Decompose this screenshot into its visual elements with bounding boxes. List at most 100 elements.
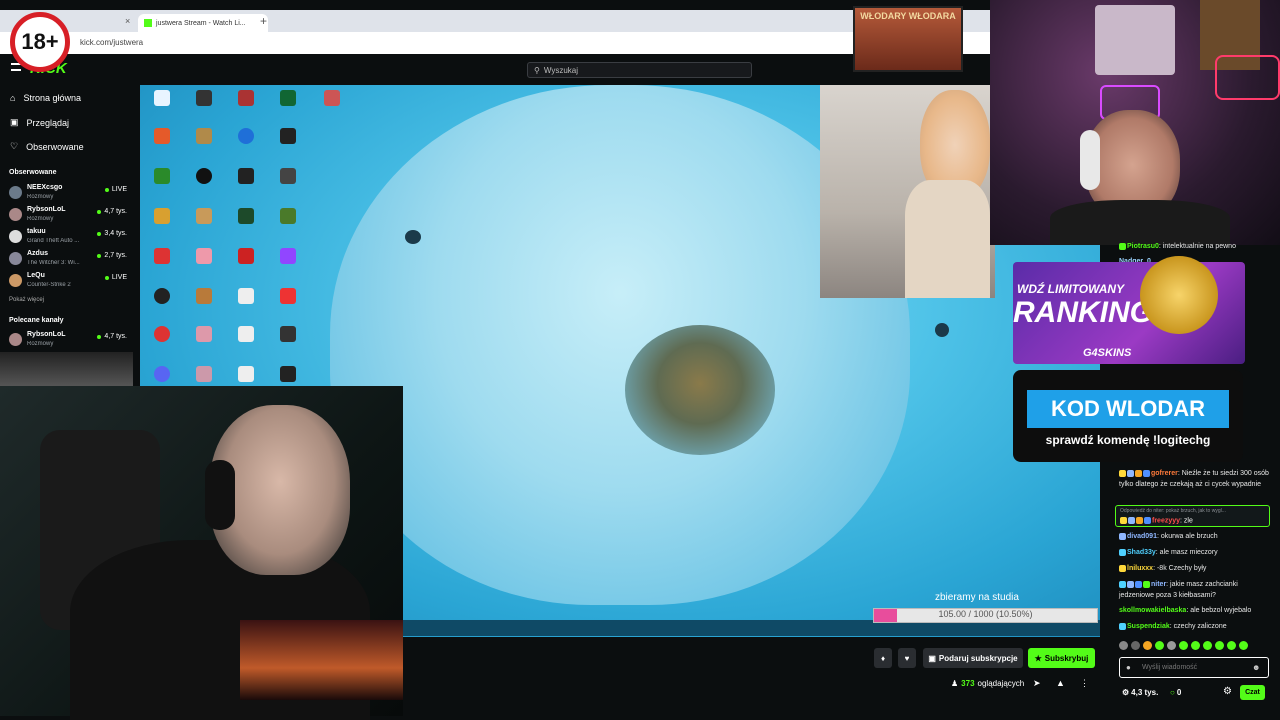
chat-username[interactable]: Piotrasu0 [1127, 243, 1159, 250]
brave-icon[interactable] [154, 128, 170, 144]
chat-text: : czechy zaliczone [1169, 623, 1227, 630]
desktop-app-icon[interactable] [154, 208, 170, 224]
desktop-app-icon[interactable] [196, 208, 212, 224]
emote-icon[interactable] [1179, 641, 1188, 650]
show-more-link[interactable]: Pokaż więcej [9, 297, 44, 303]
recommended-channel[interactable]: RybsonLoL Rozmowy 4,7 tys. [9, 330, 127, 352]
wall-disc-frame [1095, 5, 1175, 75]
desktop-app-icon[interactable] [196, 168, 212, 184]
emote-icon[interactable] [1119, 641, 1128, 650]
follow-heart-button[interactable]: ♥ [898, 648, 916, 668]
report-icon[interactable]: ▲ [1056, 678, 1065, 688]
nav-following[interactable]: ♡ Obserwowane [10, 141, 84, 152]
chat-followers-stat[interactable]: ⚙ 4,3 tys. [1122, 688, 1158, 697]
desktop-app-icon[interactable] [238, 326, 254, 342]
address-bar-url[interactable]: kick.com/justwera [80, 38, 143, 47]
chat-username[interactable]: Suspendziak [1127, 623, 1170, 630]
search-input[interactable]: ⚲ Wyszukaj [527, 62, 752, 78]
smiley-icon[interactable]: ☻ [1252, 663, 1260, 672]
chat-username[interactable]: gofrerer [1151, 470, 1178, 477]
nav-browse[interactable]: ▣ Przeglądaj [10, 117, 69, 128]
desktop-app-icon[interactable] [196, 128, 212, 144]
more-options-icon[interactable]: ⋮ [1080, 678, 1089, 689]
desktop-app-icon[interactable] [238, 90, 254, 106]
chat-username[interactable]: freezyyy [1152, 517, 1180, 524]
chat-text: : intelektualnie na pewno [1158, 243, 1236, 250]
desktop-app-icon[interactable] [154, 90, 170, 106]
streamer2-body [1050, 200, 1230, 245]
emote-icon[interactable] [1131, 641, 1140, 650]
followed-channel[interactable]: RybsonLoL Rozmowy 4,7 tys. [9, 205, 127, 227]
emote-icon[interactable] [1143, 641, 1152, 650]
share-icon[interactable]: ➤ [1033, 678, 1041, 689]
browse-icon: ▣ [10, 117, 19, 127]
desktop-app-icon[interactable] [324, 90, 340, 106]
desktop-app-icon[interactable] [196, 248, 212, 264]
discord-icon[interactable] [154, 366, 170, 382]
desktop-app-icon[interactable] [196, 288, 212, 304]
gift-sub-button[interactable]: ▣ Podaruj subskrypcje [923, 648, 1023, 668]
desktop-app-icon[interactable] [154, 248, 170, 264]
viewer-count: 4,7 tys. [104, 333, 127, 340]
desktop-app-icon[interactable] [238, 366, 254, 382]
nav-home[interactable]: ⌂ Strona główna [10, 93, 81, 103]
reply-context[interactable]: Odpowiedź do niter: pokaż brzuch, jak to… [1120, 508, 1268, 514]
desktop-app-icon[interactable] [196, 326, 212, 342]
emote-icon[interactable] [1155, 641, 1164, 650]
nvidia-icon[interactable] [154, 168, 170, 184]
live-indicator: LIVE [104, 274, 127, 281]
desktop-app-icon[interactable] [196, 366, 212, 382]
desktop-app-icon[interactable] [280, 288, 296, 304]
gold-medal-icon [1140, 256, 1218, 334]
emote-icon[interactable] [1239, 641, 1248, 650]
neon-car-sign [1215, 55, 1280, 100]
emote-icon[interactable] [1191, 641, 1200, 650]
emote-icon[interactable] [1167, 641, 1176, 650]
desktop-app-icon[interactable] [238, 248, 254, 264]
chat-username[interactable]: lniluxxx [1127, 565, 1153, 572]
notification-bell-button[interactable]: ♦ [874, 648, 892, 668]
chat-message: Shad33y: ale masz mieczory [1119, 547, 1271, 558]
followed-channel[interactable]: takuu Grand Theft Auto ... 3,4 tys. [9, 227, 127, 249]
chat-username[interactable]: divad091 [1127, 533, 1157, 540]
desktop-app-icon[interactable] [280, 90, 296, 106]
badge-icon [1143, 469, 1150, 477]
browser-tab[interactable]: justwera Stream - Watch Li... [138, 14, 268, 32]
desktop-app-icon[interactable] [280, 128, 296, 144]
badge-icon [1119, 532, 1126, 540]
subscribe-button[interactable]: ★ Subskrybuj [1028, 648, 1095, 668]
obs-icon[interactable] [154, 288, 170, 304]
heart-icon: ♡ [10, 141, 19, 151]
emoji-picker-icon[interactable]: ● [1126, 663, 1131, 672]
chat-points-stat[interactable]: ○ 0 [1170, 688, 1181, 697]
followed-channel[interactable]: NEEXcsgo Rozmowy LIVE [9, 183, 127, 205]
chat-username[interactable]: skollmowakielbaska [1119, 607, 1186, 614]
desktop-app-icon[interactable] [280, 248, 296, 264]
desktop-app-icon[interactable] [196, 90, 212, 106]
desktop-app-icon[interactable] [238, 208, 254, 224]
desktop-app-icon[interactable] [280, 168, 296, 184]
settings-icon[interactable]: ⚙ [1223, 686, 1232, 697]
ea-icon[interactable] [238, 128, 254, 144]
channel-name: Azdus [27, 250, 48, 257]
address-bar[interactable] [0, 32, 990, 54]
viewer-count: 2,7 tys. [104, 252, 127, 259]
desktop-app-icon[interactable] [280, 208, 296, 224]
send-chat-button[interactable]: Czat [1240, 685, 1265, 700]
followed-channel[interactable]: LeQu Counter-Strike 2 LIVE [9, 271, 127, 293]
emote-icon[interactable] [1203, 641, 1212, 650]
new-tab-button[interactable]: + [260, 14, 267, 28]
desktop-app-icon[interactable] [154, 326, 170, 342]
emote-icon[interactable] [1227, 641, 1236, 650]
close-tab-icon[interactable]: × [125, 16, 130, 26]
viewer-count-display: ♟ 373 oglądających [951, 679, 1024, 688]
desktop-app-icon[interactable] [280, 366, 296, 382]
emote-icon[interactable] [1215, 641, 1224, 650]
desktop-app-icon[interactable] [238, 288, 254, 304]
chat-username[interactable]: Shad33y [1127, 549, 1156, 556]
desktop-app-icon[interactable] [238, 168, 254, 184]
chat-input[interactable]: Wyślij wiadomość [1119, 657, 1269, 678]
followed-channel[interactable]: Azdus The Witcher 3: Wi... 2,7 tys. [9, 249, 127, 271]
chat-username[interactable]: niter [1151, 581, 1166, 588]
desktop-app-icon[interactable] [280, 326, 296, 342]
